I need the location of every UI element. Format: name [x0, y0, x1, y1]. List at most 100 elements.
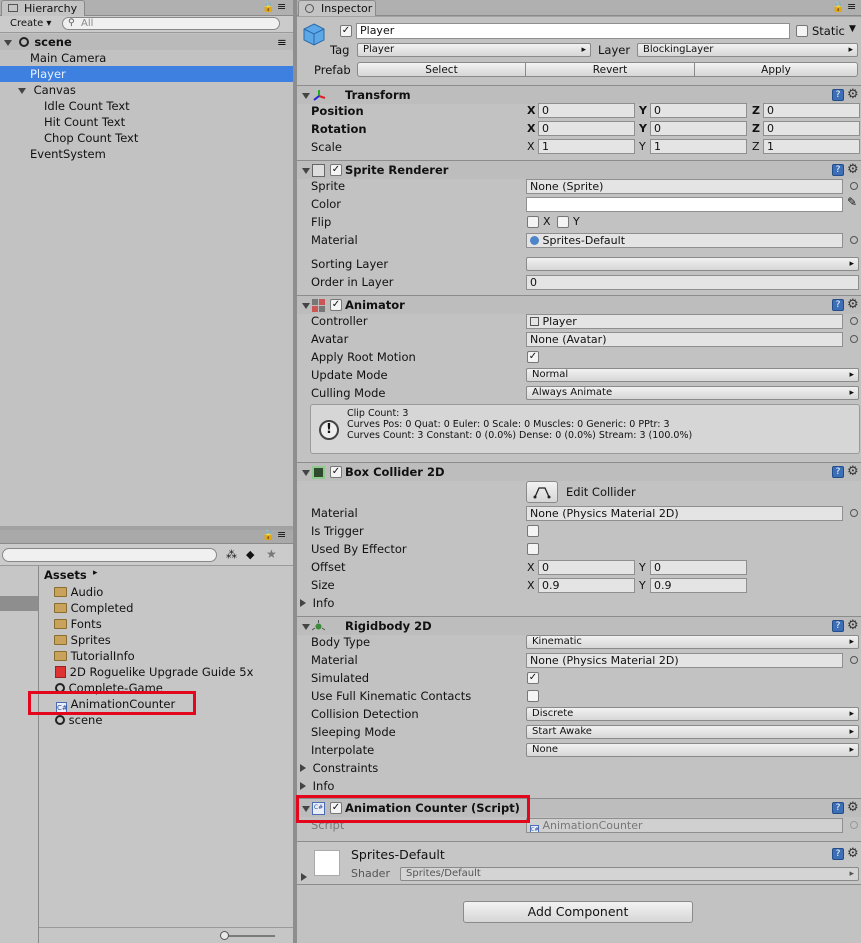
- gameobject-active-checkbox[interactable]: ✓: [340, 25, 352, 37]
- expand-arrow-icon[interactable]: [18, 88, 26, 94]
- interpolate-dropdown[interactable]: None: [526, 743, 859, 757]
- help-icon[interactable]: ?: [832, 802, 844, 814]
- avatar-field[interactable]: None (Avatar): [526, 332, 843, 347]
- position-y-field[interactable]: 0: [650, 103, 747, 118]
- object-picker-icon[interactable]: [850, 335, 858, 343]
- scale-x-field[interactable]: 1: [538, 139, 635, 154]
- foldout-arrow-icon[interactable]: [300, 782, 306, 790]
- gear-icon[interactable]: ⚙: [847, 465, 859, 478]
- rigidbody-material-field[interactable]: None (Physics Material 2D): [526, 653, 843, 668]
- foldout-arrow-icon[interactable]: [301, 873, 307, 881]
- controller-field[interactable]: Player: [526, 314, 843, 329]
- rigidbody-header[interactable]: Rigidbody 2D ? ⚙: [297, 616, 861, 635]
- icon-size-slider-handle[interactable]: [220, 931, 229, 940]
- prefab-apply-button[interactable]: Apply: [694, 62, 858, 77]
- create-button[interactable]: Create ▾: [6, 18, 55, 30]
- layer-dropdown[interactable]: BlockingLayer: [637, 43, 858, 57]
- panel-menu-icon[interactable]: ≡: [847, 0, 856, 13]
- color-field[interactable]: [526, 197, 843, 212]
- help-icon[interactable]: ?: [832, 466, 844, 478]
- lock-icon[interactable]: 🔒: [262, 530, 274, 541]
- lock-icon[interactable]: 🔒: [262, 2, 274, 13]
- hierarchy-search-input[interactable]: ⚲ All: [62, 17, 280, 30]
- scale-y-field[interactable]: 1: [650, 139, 747, 154]
- tree-item-idle-count-text[interactable]: Idle Count Text: [0, 98, 293, 114]
- inspector-tab[interactable]: Inspector: [298, 0, 376, 16]
- object-picker-icon[interactable]: [850, 236, 858, 244]
- position-x-field[interactable]: 0: [538, 103, 635, 118]
- hierarchy-tab[interactable]: Hierarchy: [1, 0, 85, 16]
- object-picker-icon[interactable]: [850, 317, 858, 325]
- collider-material-field[interactable]: None (Physics Material 2D): [526, 506, 843, 521]
- rigidbody-info-foldout[interactable]: Info: [300, 777, 334, 795]
- material-field[interactable]: Sprites-Default: [526, 233, 843, 248]
- collider-info-foldout[interactable]: Info: [300, 594, 334, 612]
- gear-icon[interactable]: ⚙: [847, 801, 859, 814]
- tag-dropdown[interactable]: Player: [357, 43, 591, 57]
- filter-by-label-icon[interactable]: ◆: [246, 548, 254, 561]
- expand-arrow-icon[interactable]: [4, 40, 12, 46]
- animator-header[interactable]: ✓ Animator ? ⚙: [297, 295, 861, 314]
- gear-icon[interactable]: ⚙: [847, 163, 859, 176]
- animator-enabled-checkbox[interactable]: ✓: [330, 299, 342, 311]
- box-collider-header[interactable]: ✓ Box Collider 2D ? ⚙: [297, 462, 861, 481]
- scene-row[interactable]: scene ≡: [0, 34, 293, 50]
- used-by-effector-checkbox[interactable]: [527, 543, 539, 555]
- edit-collider-button[interactable]: [526, 481, 558, 503]
- gear-icon[interactable]: ⚙: [847, 847, 859, 860]
- panel-menu-icon[interactable]: ≡: [277, 528, 286, 541]
- simulated-checkbox[interactable]: ✓: [527, 672, 539, 684]
- help-icon[interactable]: ?: [832, 89, 844, 101]
- object-picker-icon[interactable]: [850, 509, 858, 517]
- static-checkbox[interactable]: [796, 25, 808, 37]
- tree-item-eventsystem[interactable]: EventSystem: [0, 146, 293, 162]
- collision-detection-dropdown[interactable]: Discrete: [526, 707, 859, 721]
- sleeping-mode-dropdown[interactable]: Start Awake: [526, 725, 859, 739]
- transform-header[interactable]: Transform ? ⚙: [297, 85, 861, 104]
- is-trigger-checkbox[interactable]: [527, 525, 539, 537]
- sorting-layer-dropdown[interactable]: [526, 257, 859, 271]
- sprite-renderer-enabled-checkbox[interactable]: ✓: [330, 164, 342, 176]
- gear-icon[interactable]: ⚙: [847, 298, 859, 311]
- culling-mode-dropdown[interactable]: Always Animate: [526, 386, 859, 400]
- constraints-foldout[interactable]: Constraints: [300, 759, 378, 777]
- help-icon[interactable]: ?: [832, 848, 844, 860]
- help-icon[interactable]: ?: [832, 620, 844, 632]
- apply-root-motion-checkbox[interactable]: ✓: [527, 351, 539, 363]
- rotation-z-field[interactable]: 0: [763, 121, 860, 136]
- tree-item-player[interactable]: Player: [0, 66, 293, 82]
- size-x-field[interactable]: 0.9: [538, 578, 635, 593]
- offset-y-field[interactable]: 0: [650, 560, 747, 575]
- foldout-arrow-icon[interactable]: [302, 93, 310, 99]
- update-mode-dropdown[interactable]: Normal: [526, 368, 859, 382]
- lock-icon[interactable]: 🔒: [832, 2, 844, 13]
- eyedropper-icon[interactable]: ✎: [847, 195, 857, 209]
- scale-z-field[interactable]: 1: [763, 139, 860, 154]
- static-dropdown-icon[interactable]: ▼: [849, 24, 856, 34]
- sprite-renderer-header[interactable]: ✓ Sprite Renderer ? ⚙: [297, 160, 861, 179]
- body-type-dropdown[interactable]: Kinematic: [526, 635, 859, 649]
- tree-item-chop-count-text[interactable]: Chop Count Text: [0, 130, 293, 146]
- rotation-x-field[interactable]: 0: [538, 121, 635, 136]
- order-in-layer-field[interactable]: 0: [526, 275, 859, 290]
- flip-x-checkbox[interactable]: [527, 216, 539, 228]
- size-y-field[interactable]: 0.9: [650, 578, 747, 593]
- prefab-select-button[interactable]: Select: [357, 62, 526, 77]
- flip-y-checkbox[interactable]: [557, 216, 569, 228]
- sprite-field[interactable]: None (Sprite): [526, 179, 843, 194]
- panel-menu-icon[interactable]: ≡: [277, 0, 286, 13]
- object-picker-icon[interactable]: [850, 656, 858, 664]
- foldout-arrow-icon[interactable]: [302, 168, 310, 174]
- favorite-star-icon[interactable]: ★: [266, 547, 277, 561]
- tree-item-hit-count-text[interactable]: Hit Count Text: [0, 114, 293, 130]
- object-picker-icon[interactable]: [850, 182, 858, 190]
- box-collider-enabled-checkbox[interactable]: ✓: [330, 466, 342, 478]
- foldout-arrow-icon[interactable]: [302, 624, 310, 630]
- prefab-revert-button[interactable]: Revert: [525, 62, 695, 77]
- project-search-input[interactable]: [2, 548, 217, 562]
- gear-icon[interactable]: ⚙: [847, 88, 859, 101]
- tree-item-canvas[interactable]: Canvas: [0, 82, 293, 98]
- foldout-arrow-icon[interactable]: [302, 303, 310, 309]
- rotation-y-field[interactable]: 0: [650, 121, 747, 136]
- foldout-arrow-icon[interactable]: [300, 764, 306, 772]
